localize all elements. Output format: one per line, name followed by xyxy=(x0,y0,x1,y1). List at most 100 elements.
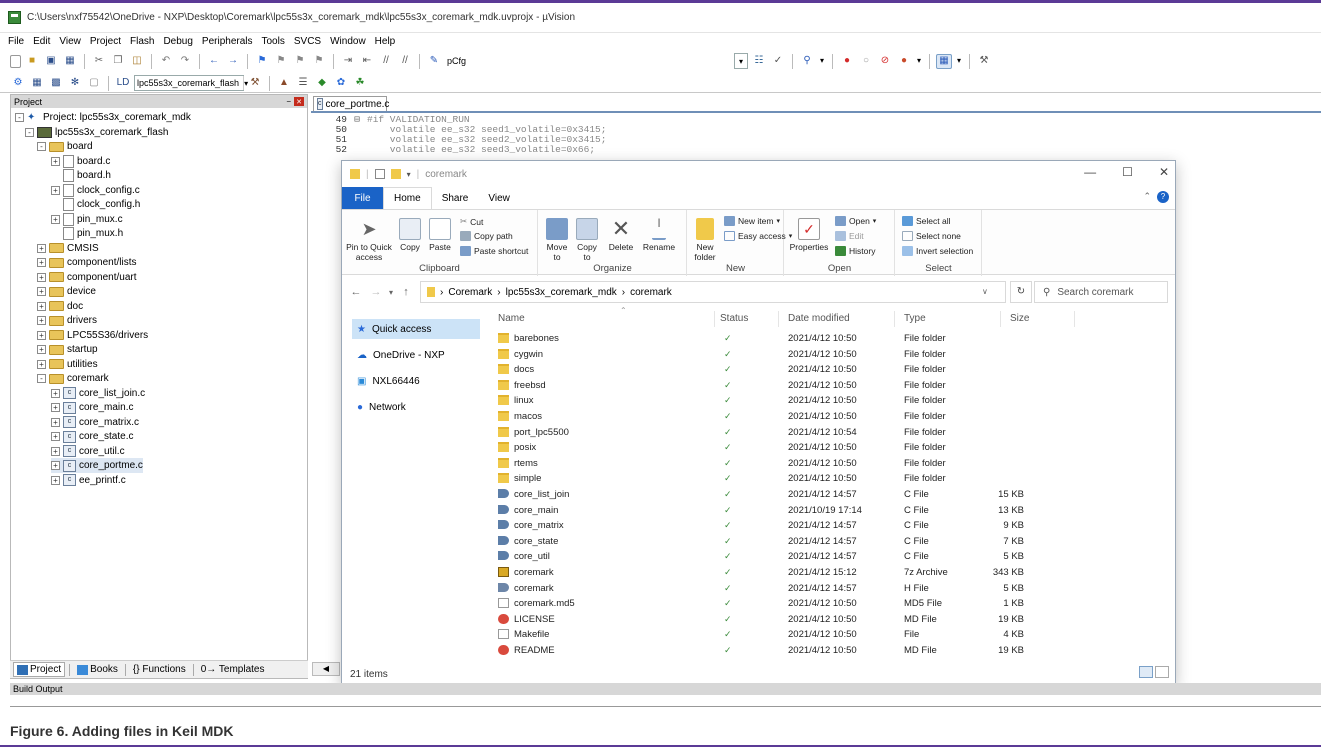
breadcrumb-item[interactable]: Coremark xyxy=(448,287,492,298)
nav-onedrive[interactable]: ☁ OneDrive - NXP xyxy=(352,345,480,365)
collapse-icon[interactable]: - xyxy=(37,142,46,151)
properties-button[interactable]: ✓ Properties xyxy=(789,218,829,252)
close-icon[interactable]: ✕ xyxy=(294,97,304,106)
translate-icon[interactable]: ⚙ xyxy=(10,76,26,91)
file-row[interactable]: coremark ✓ 2021/4/12 15:12 7z Archive 343 KB xyxy=(492,566,1172,581)
pack-installer-icon[interactable]: ◆ xyxy=(314,76,330,91)
horizontal-scroll-left-icon[interactable]: ◀ xyxy=(312,662,340,676)
tree-item[interactable]: + LPC55S36/drivers xyxy=(37,328,148,343)
tree-item[interactable]: + drivers xyxy=(37,313,97,328)
tree-item[interactable]: + device xyxy=(37,284,96,299)
tab-share[interactable]: Share xyxy=(432,187,479,209)
breadcrumb-item[interactable]: lpc55s3x_coremark_mdk xyxy=(506,287,617,298)
comment-icon[interactable]: // xyxy=(378,54,394,69)
stop-build-icon[interactable]: ▢ xyxy=(86,76,102,91)
zoom-icon[interactable]: ⚲ xyxy=(799,54,815,69)
file-row[interactable]: cygwin ✓ 2021/4/12 10:50 File folder xyxy=(492,348,1172,363)
debug-start-icon[interactable]: ● xyxy=(839,54,855,69)
tab-templates[interactable]: 0→ Templates xyxy=(198,663,268,676)
bookmark-icon[interactable]: ⚑ xyxy=(254,54,270,69)
window-layout-icon[interactable]: ▦ xyxy=(936,53,952,69)
tree-item[interactable]: + clock_config.c xyxy=(51,183,140,198)
tab-functions[interactable]: {} Functions xyxy=(130,663,189,676)
expand-icon[interactable]: + xyxy=(37,272,46,282)
target-select[interactable]: lpc55s3x_coremark_flash ▾ xyxy=(134,75,248,91)
edit-button[interactable]: Edit xyxy=(835,231,864,241)
column-type[interactable]: Type xyxy=(904,313,926,324)
column-name[interactable]: Name xyxy=(498,313,525,324)
file-row[interactable]: Makefile ✓ 2021/4/12 10:50 File 4 KB xyxy=(492,628,1172,643)
undo-icon[interactable]: ↶ xyxy=(158,54,174,69)
tree-item[interactable]: + CMSIS xyxy=(37,241,99,256)
file-row[interactable]: LICENSE ✓ 2021/4/12 10:50 MD File 19 KB xyxy=(492,613,1172,628)
file-row[interactable]: core_util ✓ 2021/4/12 14:57 C File 5 KB xyxy=(492,550,1172,565)
bookmark-next-icon[interactable]: ⚑ xyxy=(292,54,308,69)
tree-item[interactable]: pin_mux.h xyxy=(51,226,123,241)
expand-icon[interactable]: + xyxy=(37,301,46,311)
new-file-icon[interactable] xyxy=(10,54,21,68)
bookmark-clear-icon[interactable]: ⚑ xyxy=(311,54,327,69)
target-options-icon[interactable]: ⚒ xyxy=(247,76,263,91)
build-output-pane[interactable] xyxy=(10,695,1321,707)
find-in-files-icon[interactable]: ✎ xyxy=(426,54,442,69)
copy-path-button[interactable]: Copy path xyxy=(460,231,513,241)
close-icon[interactable]: ✕ xyxy=(1159,165,1169,179)
menu-item[interactable]: Flash xyxy=(130,36,154,47)
menu-item[interactable]: Edit xyxy=(33,36,50,47)
breakpoint-icon[interactable]: ○ xyxy=(858,54,874,69)
select-none-button[interactable]: Select none xyxy=(902,231,961,241)
tree-item[interactable]: + c core_matrix.c xyxy=(51,415,139,430)
find-dropdown[interactable]: ▾ xyxy=(734,53,748,69)
tree-item[interactable]: + c core_portme.c xyxy=(51,458,143,473)
expand-icon[interactable]: + xyxy=(51,214,60,224)
expand-icon[interactable]: + xyxy=(51,388,60,398)
tab-books[interactable]: Books xyxy=(74,663,121,676)
tab-view[interactable]: View xyxy=(478,187,520,209)
run-time-environment-icon[interactable]: ☘ xyxy=(352,76,368,91)
save-icon[interactable]: ▣ xyxy=(43,54,59,69)
file-row[interactable]: barebones ✓ 2021/4/12 10:50 File folder xyxy=(492,332,1172,347)
properties-icon[interactable] xyxy=(374,169,385,179)
expand-icon[interactable]: + xyxy=(37,287,46,296)
expand-icon[interactable]: + xyxy=(37,243,46,253)
copy-button[interactable]: Copy xyxy=(396,218,424,252)
rename-button[interactable]: I Rename xyxy=(639,217,679,252)
redo-icon[interactable]: ↷ xyxy=(177,54,193,69)
details-view-icon[interactable] xyxy=(1139,666,1153,678)
expand-icon[interactable]: + xyxy=(51,156,60,166)
tree-item[interactable]: + doc xyxy=(37,299,83,314)
expand-icon[interactable]: + xyxy=(51,475,60,485)
collapse-icon[interactable]: - xyxy=(37,374,46,383)
delete-button[interactable]: ✕ Delete xyxy=(605,218,637,253)
search-box[interactable]: ⚲ Search coremark xyxy=(1034,281,1168,303)
open-folder-icon[interactable]: ■ xyxy=(24,54,40,69)
batch-build-icon[interactable]: ✻ xyxy=(67,76,83,91)
new-folder-button[interactable]: New folder xyxy=(690,218,720,262)
file-row[interactable]: coremark ✓ 2021/4/12 14:57 H File 5 KB xyxy=(492,582,1172,597)
expand-icon[interactable]: + xyxy=(51,403,60,412)
collapse-icon[interactable]: - xyxy=(15,113,24,122)
tree-item[interactable]: - lpc55s3x_coremark_flash xyxy=(25,125,168,140)
open-button[interactable]: Open ▾ xyxy=(835,216,876,226)
select-all-button[interactable]: Select all xyxy=(902,216,951,226)
file-row[interactable]: docs ✓ 2021/4/12 10:50 File folder xyxy=(492,363,1172,378)
configure-icon[interactable]: ⚒ xyxy=(976,54,992,69)
build-icon[interactable]: ▦ xyxy=(29,76,45,91)
expand-icon[interactable]: + xyxy=(51,417,60,427)
menu-item[interactable]: View xyxy=(59,36,81,47)
editor-tab[interactable]: c core_portme.c xyxy=(313,96,389,111)
tree-item[interactable]: + startup xyxy=(37,342,98,357)
expand-icon[interactable]: + xyxy=(37,345,46,354)
easy-access-button[interactable]: Easy access ▾ xyxy=(724,231,792,241)
tree-item[interactable]: - coremark xyxy=(37,371,109,386)
find-field[interactable]: pCfg xyxy=(445,53,731,69)
tree-item[interactable]: + pin_mux.c xyxy=(51,212,123,227)
expand-icon[interactable]: + xyxy=(51,185,60,195)
history-button[interactable]: History xyxy=(835,246,875,256)
tree-item[interactable]: + utilities xyxy=(37,357,98,372)
expand-icon[interactable]: + xyxy=(37,359,46,369)
save-all-icon[interactable]: ▦ xyxy=(62,54,78,69)
recent-locations-icon[interactable]: ▾ xyxy=(386,288,396,297)
maximize-icon[interactable]: ☐ xyxy=(1122,165,1133,179)
download-icon[interactable]: LD xyxy=(115,76,131,91)
